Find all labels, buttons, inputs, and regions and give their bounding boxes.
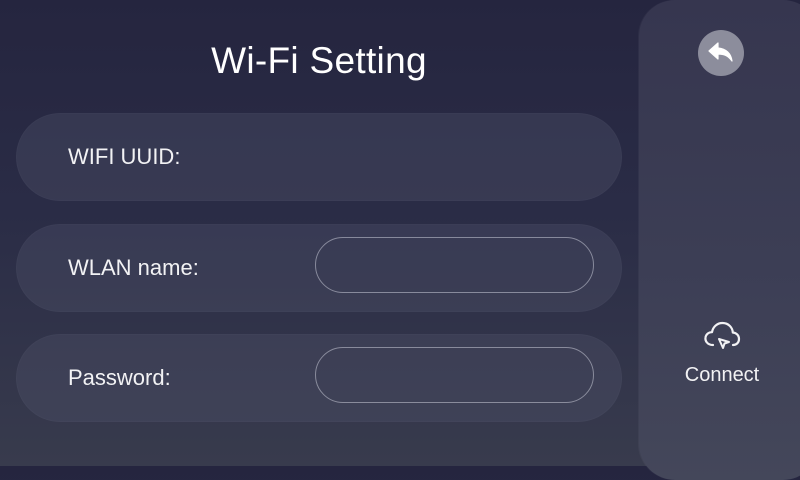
password-label: Password: xyxy=(68,365,171,390)
wifi-uuid-row: WIFI UUID: xyxy=(16,113,622,201)
connect-button[interactable]: Connect xyxy=(659,318,785,394)
wlan-name-label: WLAN name: xyxy=(68,255,199,280)
connect-label: Connect xyxy=(684,364,760,386)
wlan-name-row: WLAN name: xyxy=(16,224,622,312)
back-arrow-icon xyxy=(708,42,733,62)
password-row: Password: xyxy=(16,334,622,422)
wifi-uuid-label: WIFI UUID: xyxy=(68,144,181,169)
back-button[interactable] xyxy=(698,30,744,76)
sidebar: Connect xyxy=(639,0,800,480)
cloud-icon xyxy=(704,321,741,349)
page-title: Wi-Fi Setting xyxy=(211,40,427,81)
main-panel: Wi-Fi Setting WIFI UUID: WLAN name: Pass… xyxy=(0,0,640,466)
wlan-name-input[interactable] xyxy=(315,237,594,293)
password-input[interactable] xyxy=(315,347,594,403)
